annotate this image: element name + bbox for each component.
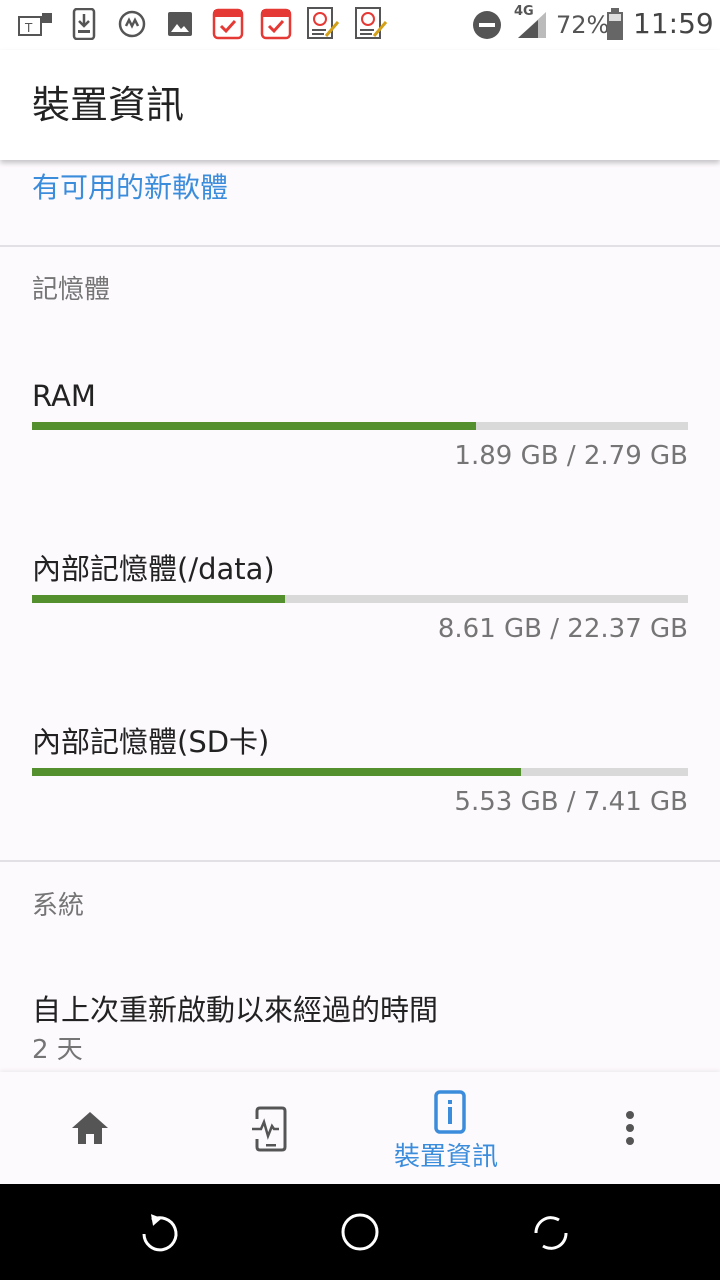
- download-icon: [72, 7, 96, 44]
- memory-usage-fill: [32, 595, 285, 603]
- sync-icon: [118, 10, 146, 42]
- nav-device-info-label: 裝置資訊: [394, 1142, 499, 1172]
- memory-section-title: 記憶體: [32, 275, 111, 305]
- checklist-icon: [354, 6, 388, 46]
- nav-device-info[interactable]: 裝置資訊: [360, 1072, 540, 1184]
- uptime-value: 2 天: [32, 1035, 83, 1065]
- signal-icon: [516, 10, 548, 44]
- clock: 11:59: [633, 7, 714, 40]
- more-vert-icon: [624, 1110, 636, 1150]
- memory-item-ram: RAM 1.89 GB / 2.79 GB: [32, 376, 688, 476]
- memory-item-value: 8.61 GB / 22.37 GB: [437, 614, 688, 644]
- screen: T 4G 72% 11:59 裝置資訊 有可用的新軟體 記憶體 RAM 1.89…: [0, 0, 720, 1280]
- memory-item-value: 5.53 GB / 7.41 GB: [454, 787, 688, 817]
- memory-item-value: 1.89 GB / 2.79 GB: [454, 441, 688, 471]
- device-info-icon: [434, 1090, 466, 1138]
- memory-usage-fill: [32, 422, 477, 430]
- memory-usage-bar: [32, 595, 688, 603]
- memory-item-label: RAM: [32, 379, 96, 413]
- memory-item-sd: 內部記憶體(SD卡) 5.53 GB / 7.41 GB: [32, 722, 688, 822]
- bottom-navigation: 裝置資訊: [0, 1072, 720, 1184]
- nav-home[interactable]: [0, 1072, 180, 1184]
- checklist-icon: [306, 6, 340, 46]
- memory-item-label: 內部記憶體(/data): [32, 552, 275, 586]
- divider: [0, 245, 720, 247]
- back-icon[interactable]: [138, 1212, 180, 1258]
- calendar-icon: [212, 6, 244, 44]
- app-bar: 裝置資訊: [0, 50, 720, 160]
- memory-item-label: 內部記憶體(SD卡): [32, 725, 270, 759]
- divider: [0, 860, 720, 862]
- system-section-title: 系統: [32, 891, 85, 921]
- nav-device-health[interactable]: [180, 1072, 360, 1184]
- content-scroll[interactable]: 有可用的新軟體 記憶體 RAM 1.89 GB / 2.79 GB 內部記憶體(…: [0, 160, 720, 1072]
- battery-icon: [606, 8, 624, 44]
- memory-usage-bar: [32, 422, 688, 430]
- uptime-label: 自上次重新啟動以來經過的時間: [32, 993, 439, 1027]
- memory-usage-fill: [32, 768, 522, 776]
- calendar-icon: [260, 6, 292, 44]
- home-icon: [70, 1110, 110, 1150]
- sim-icon: T: [18, 12, 54, 42]
- device-health-icon: [252, 1106, 288, 1156]
- memory-item-data: 內部記憶體(/data) 8.61 GB / 22.37 GB: [32, 549, 688, 649]
- system-navigation-bar: [0, 1184, 720, 1280]
- page-title: 裝置資訊: [32, 83, 185, 127]
- nav-more[interactable]: [540, 1072, 720, 1184]
- memory-usage-bar: [32, 768, 688, 776]
- svg-text:T: T: [24, 21, 33, 35]
- new-software-link[interactable]: 有可用的新軟體: [32, 168, 228, 208]
- battery-percent: 72%: [556, 11, 610, 39]
- image-icon: [166, 10, 194, 42]
- recents-icon[interactable]: [530, 1212, 572, 1258]
- home-button-icon[interactable]: [340, 1212, 380, 1256]
- status-bar: T 4G 72% 11:59: [0, 0, 720, 50]
- do-not-disturb-icon: [472, 10, 502, 44]
